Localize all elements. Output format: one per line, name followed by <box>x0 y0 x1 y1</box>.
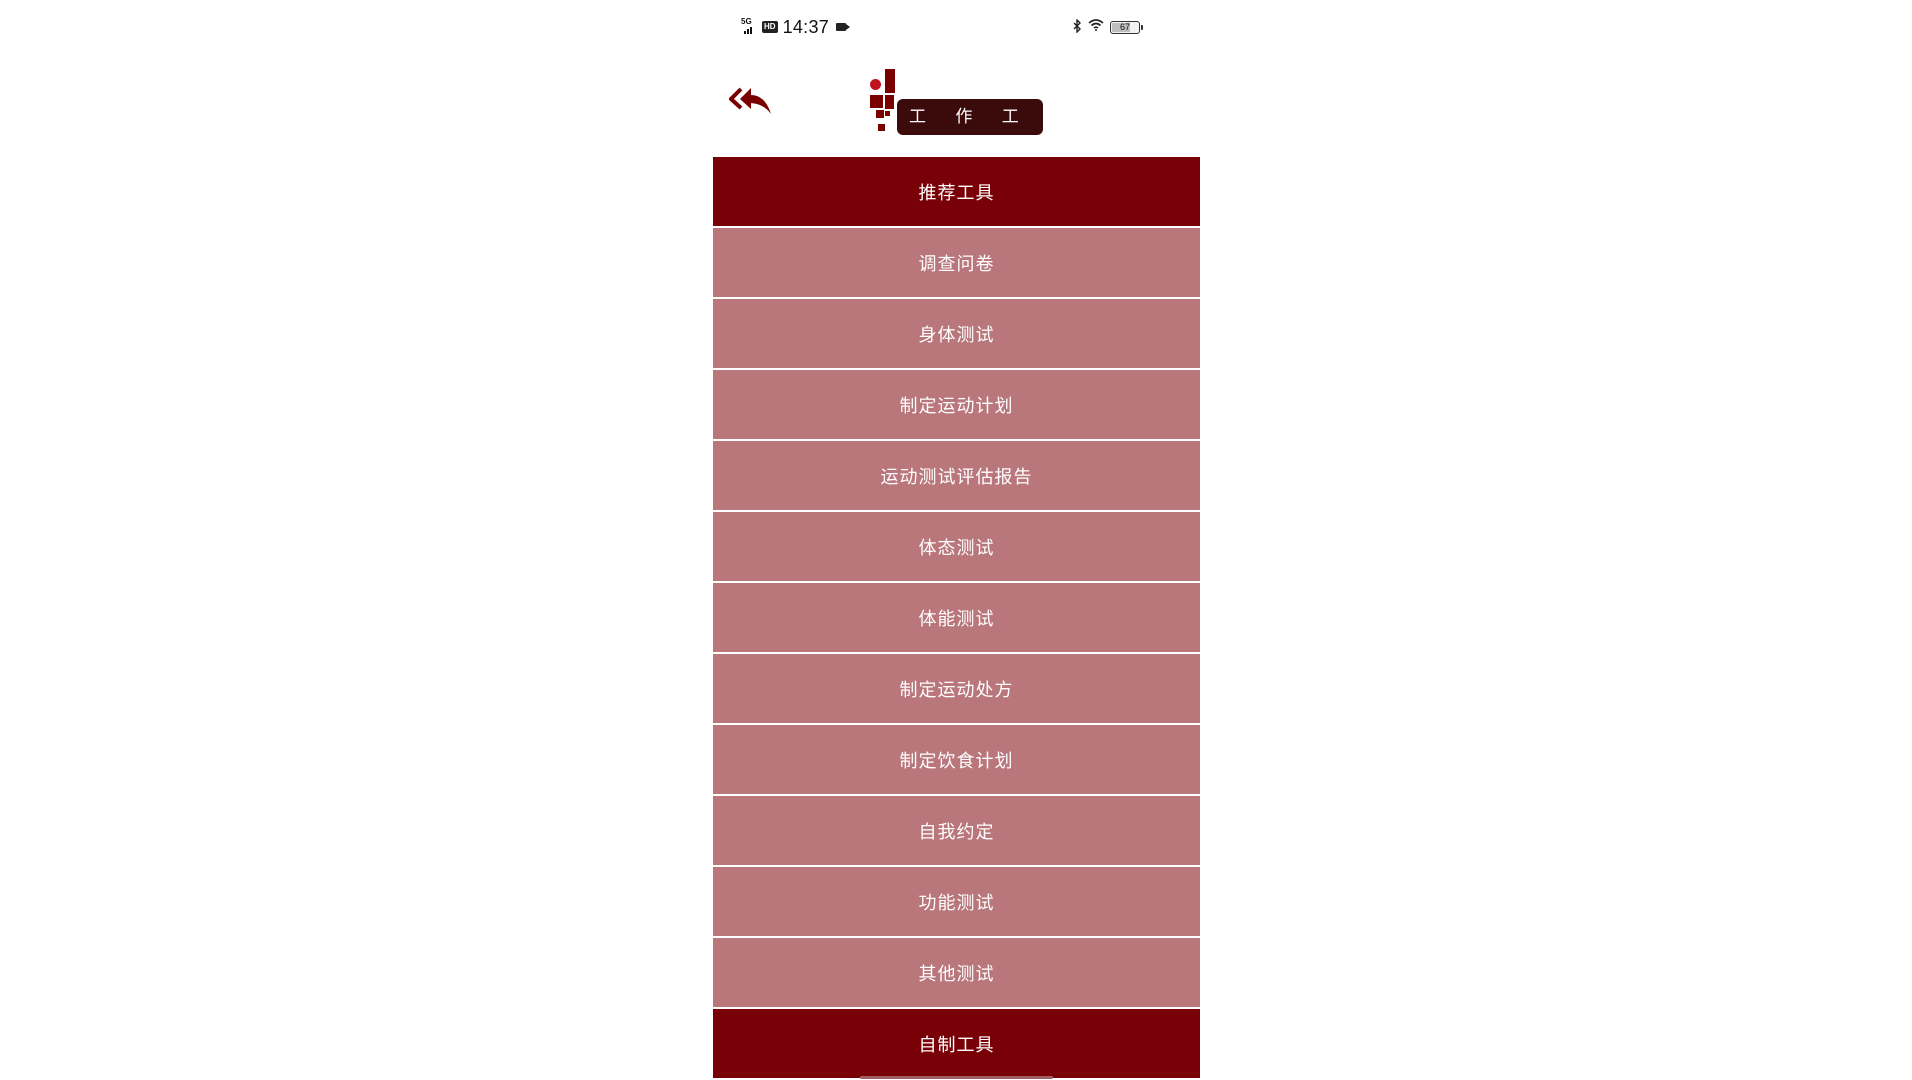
wifi-icon <box>1088 18 1104 36</box>
status-bar: 5G HD 14:37 67 <box>713 0 1200 52</box>
status-right: 67 <box>1073 16 1143 38</box>
menu-item[interactable]: 制定饮食计划 <box>713 725 1200 794</box>
menu-item[interactable]: 运动测试评估报告 <box>713 441 1200 510</box>
menu-item[interactable]: 自制工具 <box>713 1009 1200 1078</box>
menu-item-label: 体态测试 <box>918 537 995 559</box>
menu-item-label: 制定运动计划 <box>899 395 1014 417</box>
page-title: 工 作 工 具 <box>897 99 1065 135</box>
menu-item[interactable]: 调查问卷 <box>713 228 1200 297</box>
menu-item[interactable]: 推荐工具 <box>713 157 1200 226</box>
video-record-icon <box>836 23 851 31</box>
app-header: 工 作 工 具 <box>713 52 1200 156</box>
menu-item-label: 功能测试 <box>918 892 995 914</box>
menu-item-label: 身体测试 <box>918 324 995 346</box>
menu-item-label: 体能测试 <box>918 608 995 630</box>
battery-icon: 67 <box>1110 20 1143 34</box>
page-title-logo: 工 作 工 具 <box>868 69 1065 139</box>
menu-item[interactable]: 其他测试 <box>713 938 1200 1007</box>
tool-menu: 推荐工具调查问卷身体测试制定运动计划 运动测试评估报告 体态测试体能测试制定运动处方… <box>713 157 1200 1080</box>
bluetooth-icon <box>1073 17 1082 36</box>
menu-item-label: 调查问卷 <box>918 253 995 275</box>
hd-icon: HD <box>762 21 778 33</box>
menu-item[interactable]: 体态测试 <box>713 512 1200 581</box>
menu-item[interactable]: 功能测试 <box>713 867 1200 936</box>
status-left: 5G HD 14:37 <box>741 16 851 38</box>
menu-item[interactable]: 身体测试 <box>713 299 1200 368</box>
menu-item-label: 制定饮食计划 <box>899 750 1014 772</box>
menu-item-label: 制定运动处方 <box>899 679 1014 701</box>
back-button[interactable] <box>728 84 775 120</box>
menu-item[interactable]: 制定运动计划 <box>713 370 1200 439</box>
home-indicator[interactable] <box>860 1076 1053 1079</box>
status-time: 14:37 <box>782 16 830 37</box>
menu-item-label: 推荐工具 <box>918 182 995 204</box>
menu-item[interactable]: 自我约定 <box>713 796 1200 865</box>
menu-item[interactable]: 体能测试 <box>713 583 1200 652</box>
signal-icon: 5G <box>741 17 757 35</box>
menu-item-label: 运动测试评估报告 <box>880 466 1033 488</box>
menu-item-label: 自制工具 <box>918 1034 995 1056</box>
phone-screen: 5G HD 14:37 67 工 作 工 具 推荐工具 调查问卷 身体测试 制定… <box>713 0 1200 1080</box>
menu-item[interactable]: 制定运动处方 <box>713 654 1200 723</box>
network-type: 5G <box>741 17 752 26</box>
menu-item-label: 自我约定 <box>918 821 995 843</box>
battery-level: 67 <box>1119 21 1130 32</box>
double-back-arrow-icon <box>728 87 771 114</box>
menu-item-label: 其他测试 <box>918 963 995 985</box>
